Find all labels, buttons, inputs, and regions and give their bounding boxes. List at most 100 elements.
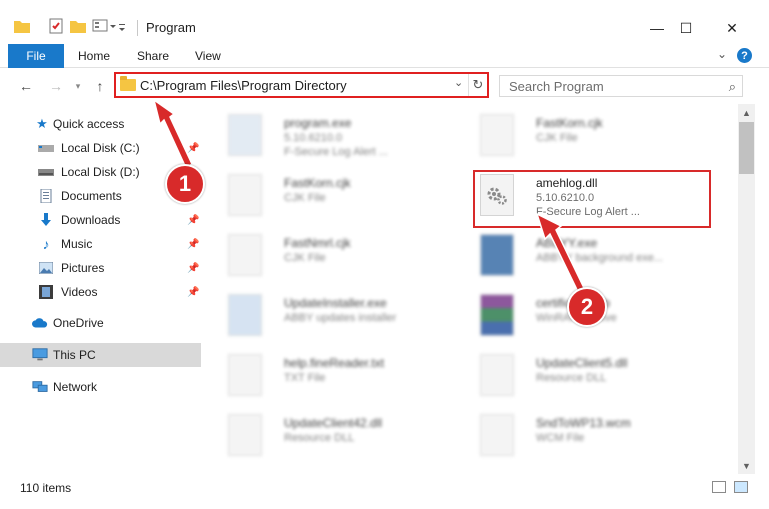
tab-share[interactable]: Share	[137, 44, 169, 68]
expand-ribbon-icon[interactable]: ⌄	[717, 47, 727, 61]
file-name: program.exe	[284, 116, 352, 130]
status-bar: 110 items	[0, 476, 769, 498]
maximize-button[interactable]: ☐	[663, 14, 709, 42]
help-icon[interactable]: ?	[737, 48, 752, 63]
title-separator	[137, 20, 138, 36]
sidebar-item-label: Downloads	[61, 213, 121, 227]
file-item[interactable]: FastKorn.cjk CJK File	[472, 110, 712, 166]
file-item[interactable]: UpdateInstaller.exe ABBY updates install…	[220, 290, 460, 346]
pin-icon[interactable]: 📌	[187, 287, 199, 298]
file-type: WCM File	[536, 432, 585, 444]
sidebar-item-network[interactable]: Network	[0, 375, 201, 399]
file-type: CJK File	[536, 132, 578, 144]
exe-file-icon	[228, 294, 262, 336]
file-name: UpdateInstaller.exe	[284, 296, 387, 310]
pin-icon[interactable]: 📌	[187, 239, 199, 250]
sidebar-item-local-disk-c[interactable]: Local Disk (C:) 📌	[0, 136, 201, 160]
vertical-scrollbar[interactable]: ▲ ▼	[738, 104, 755, 474]
file-type: CJK File	[284, 192, 326, 204]
file-item[interactable]: program.exe 5.10.6210.0 F-Secure Log Ale…	[220, 110, 460, 166]
sidebar-item-downloads[interactable]: Downloads 📌	[0, 208, 201, 232]
computer-icon	[32, 348, 48, 362]
title-bar: Program — ☐ ✕	[0, 0, 769, 44]
dll-gear-file-icon	[480, 354, 514, 396]
address-dropdown-icon[interactable]: ⌄	[454, 76, 463, 89]
documents-icon	[38, 189, 54, 203]
sidebar-item-label: Quick access	[53, 117, 125, 131]
pin-icon[interactable]: 📌	[187, 263, 199, 274]
file-name: ABBYY.exe	[536, 236, 598, 250]
archive-file-icon	[480, 294, 514, 336]
sidebar-item-this-pc[interactable]: This PC	[0, 343, 201, 367]
close-button[interactable]: ✕	[709, 14, 755, 42]
scroll-up-arrow-icon[interactable]: ▲	[738, 104, 755, 121]
forward-arrow-icon[interactable]: →	[46, 76, 66, 96]
search-box[interactable]: Search Program ⌕	[499, 75, 743, 97]
exe-file-icon	[480, 234, 514, 276]
sidebar-item-music[interactable]: ♪ Music 📌	[0, 232, 201, 256]
exe-file-icon	[228, 114, 262, 156]
tab-view[interactable]: View	[195, 44, 221, 68]
file-description: ABBY updates installer	[284, 312, 397, 324]
properties-icon[interactable]	[48, 18, 64, 34]
sidebar-item-pictures[interactable]: Pictures 📌	[0, 256, 201, 280]
item-count: 110 items	[20, 481, 72, 495]
callout-2: 2	[567, 287, 607, 327]
file-icon	[228, 174, 262, 216]
folder-icon[interactable]	[14, 18, 30, 34]
file-item[interactable]: FastNmrl.cjk CJK File	[220, 230, 460, 286]
file-description: F-Secure Log Alert ...	[284, 146, 388, 158]
sidebar-item-videos[interactable]: Videos 📌	[0, 280, 201, 304]
file-name: SndToWP13.wcm	[536, 416, 631, 430]
sidebar-item-label: Network	[53, 380, 98, 394]
tab-file[interactable]: File	[8, 44, 64, 68]
window-title: Program	[146, 20, 196, 35]
pictures-icon	[38, 261, 54, 275]
sidebar-item-quick-access[interactable]: ★ Quick access	[0, 112, 201, 136]
navigation-pane: ★ Quick access Local Disk (C:) 📌 Local D…	[0, 106, 201, 472]
address-path: C:\Program Files\Program Directory	[140, 78, 347, 93]
file-type: TXT File	[284, 372, 326, 384]
details-view-icon[interactable]	[712, 481, 726, 493]
large-icons-view-icon[interactable]	[734, 481, 748, 493]
customize-qa-icon[interactable]	[92, 18, 126, 34]
scroll-down-arrow-icon[interactable]: ▼	[738, 457, 755, 474]
drive-icon	[38, 141, 54, 155]
tab-home[interactable]: Home	[78, 44, 110, 68]
file-item[interactable]: FastKorn.cjk CJK File	[220, 170, 460, 226]
downloads-icon	[38, 213, 54, 227]
sidebar-item-label: OneDrive	[53, 316, 104, 330]
file-version: 5.10.6210.0	[284, 132, 343, 144]
pin-icon[interactable]: 📌	[187, 215, 199, 226]
file-item[interactable]: UpdateClient42.dll Resource DLL	[220, 410, 460, 466]
file-icon	[228, 234, 262, 276]
drive-icon	[38, 165, 54, 179]
sidebar-item-label: Local Disk (D:)	[61, 165, 140, 179]
videos-icon	[38, 285, 54, 299]
file-type: Resource DLL	[284, 432, 355, 444]
back-arrow-icon[interactable]: ←	[16, 76, 36, 96]
recent-dropdown-icon[interactable]: ▾	[68, 76, 88, 96]
sidebar-item-label: This PC	[53, 348, 96, 362]
file-item[interactable]: help.fineReader.txt TXT File	[220, 350, 460, 406]
file-icon	[480, 414, 514, 456]
search-placeholder: Search Program	[509, 79, 604, 94]
sidebar-item-label: Videos	[61, 285, 98, 299]
scroll-thumb[interactable]	[739, 122, 754, 174]
address-bar[interactable]: C:\Program Files\Program Directory ⌄ ↻	[114, 72, 489, 98]
refresh-icon[interactable]: ↻	[468, 74, 487, 96]
file-type: Resource DLL	[536, 372, 607, 384]
file-name: FastKorn.cjk	[284, 176, 351, 190]
file-name: help.fineReader.txt	[284, 356, 385, 370]
onedrive-icon	[32, 316, 48, 330]
network-icon	[32, 380, 48, 394]
search-icon: ⌕	[728, 79, 736, 94]
sidebar-item-onedrive[interactable]: OneDrive	[0, 311, 201, 335]
up-arrow-icon[interactable]: ↑	[90, 76, 110, 96]
file-type: CJK File	[284, 252, 326, 264]
pin-icon[interactable]: 📌	[187, 143, 199, 154]
file-item[interactable]: UpdateClient5.dll Resource DLL	[472, 350, 712, 406]
file-item[interactable]: SndToWP13.wcm WCM File	[472, 410, 712, 466]
file-item[interactable]: ABBYY.exe ABBYY background exe...	[472, 230, 712, 286]
new-folder-icon[interactable]	[70, 18, 86, 34]
